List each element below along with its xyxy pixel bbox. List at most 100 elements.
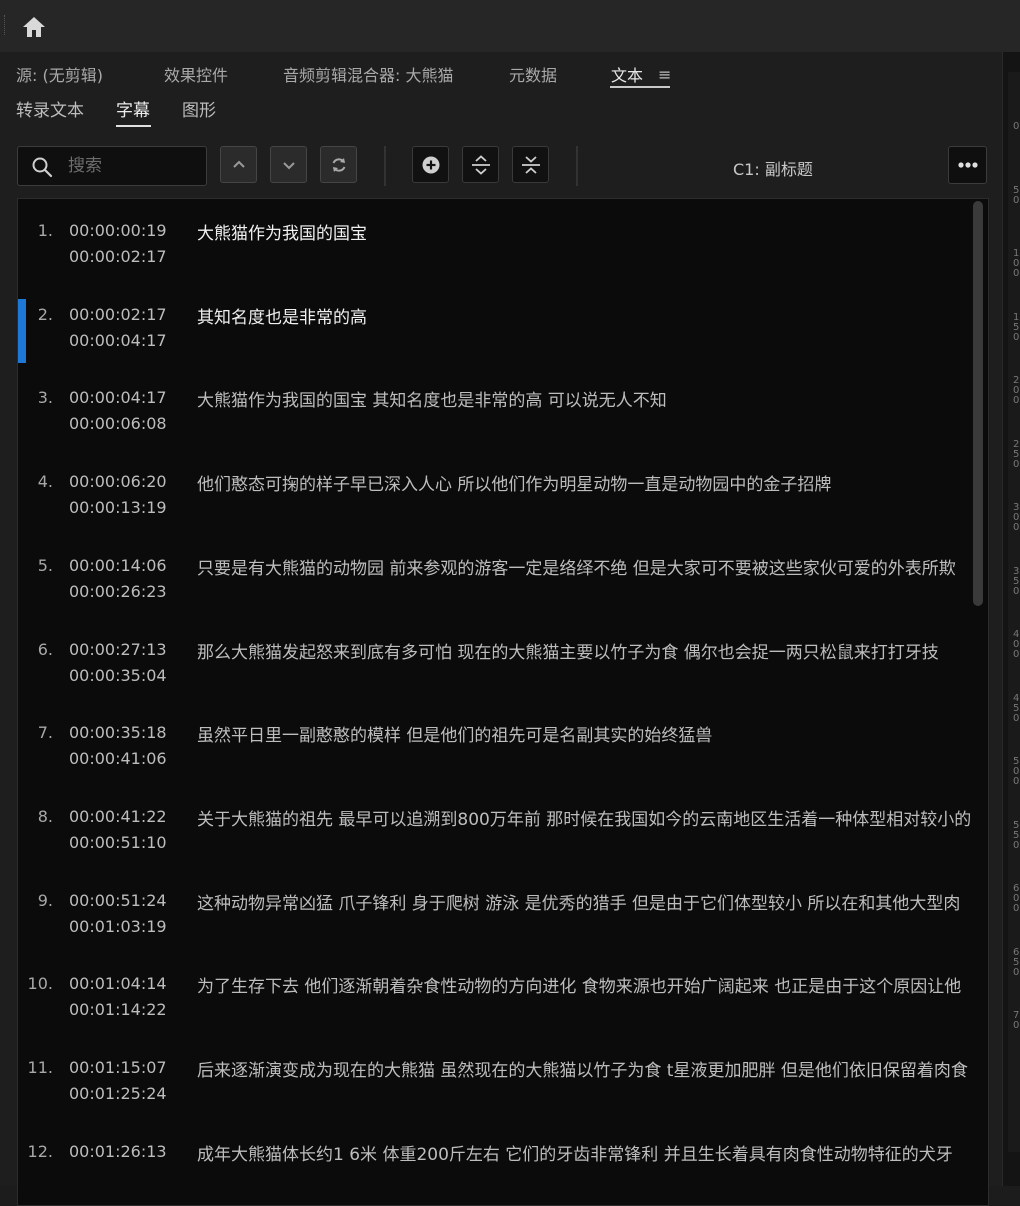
search-box bbox=[17, 146, 207, 186]
caption-start-time[interactable]: 00:00:35:18 bbox=[69, 723, 167, 742]
prev-result-button[interactable] bbox=[220, 146, 257, 183]
sub-tab-bar: 转录文本 字幕 图形 bbox=[0, 90, 1002, 130]
ruler-tick-label: 250 bbox=[1013, 438, 1020, 470]
tab-metadata[interactable]: 元数据 bbox=[509, 62, 557, 86]
caption-end-time[interactable]: 00:00:51:10 bbox=[69, 833, 167, 852]
caption-text[interactable]: 为了生存下去 他们逐渐朝着杂食性动物的方向进化 食物来源也开始广阔起来 也正是由… bbox=[197, 972, 972, 997]
caption-row[interactable]: 6. 00:00:27:13 00:00:35:04 那么大熊猫发起怒来到底有多可怕 … bbox=[18, 626, 972, 710]
split-icon bbox=[472, 155, 490, 175]
caption-list[interactable]: 1. 00:00:00:19 00:00:02:17 大熊猫作为我国的国宝 2. 00:0… bbox=[17, 198, 989, 1206]
panel-menu-icon[interactable]: ≡ bbox=[658, 65, 671, 84]
caption-text[interactable]: 关于大熊猫的祖先 最早可以追溯到800万年前 那时候在我国如今的云南地区生活着一… bbox=[197, 805, 972, 830]
toolbar-divider bbox=[576, 146, 578, 186]
caption-row[interactable]: 3. 00:00:04:17 00:00:06:08 大熊猫作为我国的国宝 其知名度也… bbox=[18, 374, 972, 458]
ruler-tick-label: 300 bbox=[1013, 502, 1020, 533]
caption-number: 8. bbox=[37, 806, 53, 826]
caption-row[interactable]: 8. 00:00:41:22 00:00:51:10 关于大熊猫的祖先 最早可以追溯到… bbox=[18, 793, 972, 877]
caption-row[interactable]: 1. 00:00:00:19 00:00:02:17 大熊猫作为我国的国宝 bbox=[18, 207, 972, 291]
search-input[interactable] bbox=[66, 151, 200, 181]
caption-text[interactable]: 后来逐渐演变成为现在的大熊猫 虽然现在的大熊猫以竹子为食 t星液更加肥胖 但是他… bbox=[197, 1056, 972, 1081]
caption-text[interactable]: 虽然平日里一副憨憨的模样 但是他们的祖先可是名副其实的始终猛兽 bbox=[197, 721, 972, 746]
caption-start-time[interactable]: 00:00:06:20 bbox=[69, 472, 167, 491]
ruler-tick-label: 650 bbox=[1013, 946, 1020, 978]
caption-number: 10. bbox=[27, 974, 53, 994]
caption-end-time[interactable]: 00:00:41:06 bbox=[69, 749, 167, 768]
home-icon[interactable] bbox=[20, 14, 48, 40]
caption-number: 3. bbox=[37, 388, 53, 408]
caption-end-time[interactable]: 00:01:14:22 bbox=[69, 1000, 167, 1019]
tab-effect-controls[interactable]: 效果控件 bbox=[164, 62, 228, 86]
caption-row[interactable]: 7. 00:00:35:18 00:00:41:06 虽然平日里一副憨憨的模样 但是他… bbox=[18, 709, 972, 793]
caption-number: 2. bbox=[37, 304, 53, 324]
merge-caption-button[interactable] bbox=[512, 146, 549, 183]
ruler-tick-label: 350 bbox=[1013, 565, 1020, 597]
refresh-icon bbox=[332, 158, 346, 172]
caption-end-time[interactable]: 00:01:25:24 bbox=[69, 1084, 167, 1103]
caption-start-time[interactable]: 00:00:04:17 bbox=[69, 388, 167, 407]
search-icon bbox=[32, 157, 53, 178]
timeline-ruler bbox=[1008, 72, 1020, 1152]
caption-text[interactable]: 这种动物异常凶猛 爪子锋利 身于爬树 游泳 是优秀的猎手 但是由于它们体型较小 … bbox=[197, 889, 972, 914]
caption-start-time[interactable]: 00:01:26:13 bbox=[69, 1142, 167, 1161]
caption-end-time[interactable]: 00:00:06:08 bbox=[69, 414, 167, 433]
add-caption-button[interactable] bbox=[412, 146, 449, 183]
caption-start-time[interactable]: 00:00:41:22 bbox=[69, 807, 167, 826]
top-bar bbox=[0, 0, 1020, 53]
chevron-up-icon bbox=[233, 160, 245, 168]
ruler-tick-label: 70 bbox=[1013, 1010, 1020, 1031]
merge-icon bbox=[522, 156, 540, 174]
scrollbar-thumb[interactable] bbox=[973, 201, 983, 606]
plus-circle-icon bbox=[422, 156, 440, 174]
panel-grip[interactable] bbox=[4, 15, 8, 35]
caption-row[interactable]: 10. 00:01:04:14 00:01:14:22 为了生存下去 他们逐渐朝着杂食… bbox=[18, 960, 972, 1044]
caption-start-time[interactable]: 00:00:51:24 bbox=[69, 891, 167, 910]
active-tab-indicator bbox=[610, 86, 670, 88]
caption-end-time[interactable]: 00:00:35:04 bbox=[69, 666, 167, 685]
caption-end-time[interactable]: 00:00:13:19 bbox=[69, 498, 167, 517]
caption-row[interactable]: 4. 00:00:06:20 00:00:13:19 他们憨态可掬的样子早已深入人心 … bbox=[18, 458, 972, 542]
caption-end-time[interactable]: 00:01:03:19 bbox=[69, 917, 167, 936]
caption-start-time[interactable]: 00:00:00:19 bbox=[69, 221, 167, 240]
ruler-tick-label: 500 bbox=[1013, 756, 1020, 787]
caption-number: 4. bbox=[37, 472, 53, 492]
caption-end-time[interactable]: 00:00:04:17 bbox=[69, 331, 167, 350]
split-caption-button[interactable] bbox=[462, 146, 499, 183]
caption-text[interactable]: 大熊猫作为我国的国宝 其知名度也是非常的高 可以说无人不知 bbox=[197, 386, 972, 411]
caption-text[interactable]: 成年大熊猫体长约1 6米 体重200斤左右 它们的牙齿非常锋利 并且生长着具有肉… bbox=[197, 1140, 972, 1165]
caption-row[interactable]: 12. 00:01:26:13 成年大熊猫体长约1 6米 体重200斤左右 它们的牙… bbox=[18, 1128, 972, 1205]
ruler-tick-label: 200 bbox=[1013, 375, 1020, 406]
caption-text[interactable]: 只要是有大熊猫的动物园 前来参观的游客一定是络绎不绝 但是大家可不要被这些家伙可… bbox=[197, 554, 972, 579]
active-subtab-indicator bbox=[116, 125, 151, 127]
caption-start-time[interactable]: 00:00:27:13 bbox=[69, 640, 167, 659]
caption-start-time[interactable]: 00:00:02:17 bbox=[69, 305, 167, 324]
caption-start-time[interactable]: 00:01:04:14 bbox=[69, 974, 167, 993]
caption-number: 12. bbox=[27, 1141, 53, 1161]
text-panel: 源: (无剪辑) 效果控件 音频剪辑混合器: 大熊猫 元数据 文本 ≡ 转录文本… bbox=[0, 52, 1002, 1206]
caption-row[interactable]: 9. 00:00:51:24 00:01:03:19 这种动物异常凶猛 爪子锋利 身于… bbox=[18, 877, 972, 961]
ruler-tick-label: 400 bbox=[1013, 629, 1020, 660]
more-options-button[interactable] bbox=[948, 146, 987, 184]
caption-end-time[interactable]: 00:00:02:17 bbox=[69, 247, 167, 266]
subtab-graphics[interactable]: 图形 bbox=[182, 96, 216, 121]
caption-start-time[interactable]: 00:01:15:07 bbox=[69, 1058, 167, 1077]
caption-text[interactable]: 大熊猫作为我国的国宝 bbox=[197, 219, 972, 244]
caption-track-label[interactable]: C1: 副标题 bbox=[733, 156, 813, 180]
caption-start-time[interactable]: 00:00:14:06 bbox=[69, 556, 167, 575]
caption-row[interactable]: 5. 00:00:14:06 00:00:26:23 只要是有大熊猫的动物园 前来参观… bbox=[18, 542, 972, 626]
caption-number: 6. bbox=[37, 639, 53, 659]
caption-number: 5. bbox=[37, 555, 53, 575]
caption-row[interactable]: 11. 00:01:15:07 00:01:25:24 后来逐渐演变成为现在的大熊猫 … bbox=[18, 1044, 972, 1128]
caption-end-time[interactable]: 00:00:26:23 bbox=[69, 582, 167, 601]
caption-text[interactable]: 那么大熊猫发起怒来到底有多可怕 现在的大熊猫主要以竹子为食 偶尔也会捉一两只松鼠… bbox=[197, 638, 972, 663]
subtab-transcript[interactable]: 转录文本 bbox=[16, 96, 84, 121]
panel-tab-bar: 源: (无剪辑) 效果控件 音频剪辑混合器: 大熊猫 元数据 文本 ≡ bbox=[0, 52, 1002, 90]
subtab-captions[interactable]: 字幕 bbox=[116, 96, 150, 121]
caption-text[interactable]: 其知名度也是非常的高 bbox=[197, 303, 972, 328]
tab-text[interactable]: 文本 bbox=[611, 62, 643, 86]
caption-text[interactable]: 他们憨态可掬的样子早已深入人心 所以他们作为明星动物一直是动物园中的金子招牌 bbox=[197, 470, 972, 495]
caption-row[interactable]: 2. 00:00:02:17 00:00:04:17 其知名度也是非常的高 bbox=[18, 291, 972, 375]
tab-audio-clip-mixer[interactable]: 音频剪辑混合器: 大熊猫 bbox=[283, 62, 453, 86]
next-result-button[interactable] bbox=[270, 146, 307, 183]
replace-button[interactable] bbox=[320, 146, 357, 183]
tab-source[interactable]: 源: (无剪辑) bbox=[16, 62, 103, 86]
